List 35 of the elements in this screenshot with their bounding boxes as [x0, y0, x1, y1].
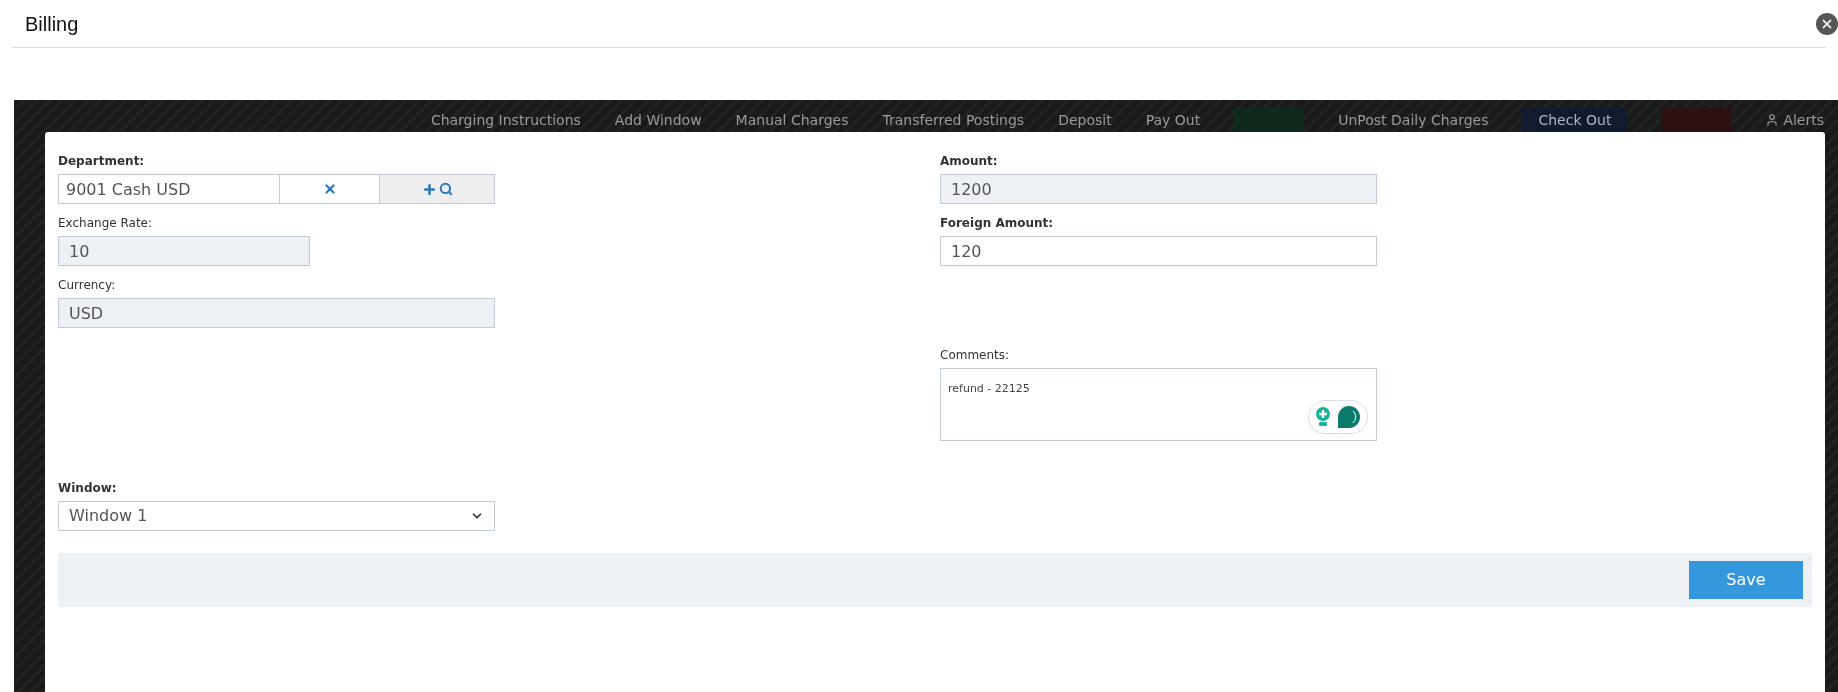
plus-icon: [421, 181, 437, 197]
clear-icon: [322, 182, 337, 196]
nav-link[interactable]: Deposit: [1058, 109, 1112, 131]
field-label: Comments:: [940, 347, 1011, 364]
nav-link[interactable]: Alerts: [1783, 109, 1824, 131]
department-field[interactable]: 9001 Cash USD: [58, 174, 280, 204]
nav-link[interactable]: Pay Out: [1145, 109, 1201, 131]
nav-button[interactable]: Check Out: [1522, 108, 1628, 132]
person-icon: [1765, 113, 1780, 127]
dialog-title: Billing: [24, 11, 79, 37]
field-label: Foreign Amount:: [940, 215, 1055, 232]
text-field[interactable]: 120: [940, 236, 1377, 266]
text-field[interactable]: 10: [58, 236, 310, 266]
search-icon: [438, 182, 453, 196]
nav-link[interactable]: Charging Instructions: [430, 109, 581, 131]
clear-button[interactable]: [280, 174, 380, 204]
add-search-button[interactable]: [380, 174, 495, 204]
field-label: Window:: [58, 480, 118, 497]
text-field[interactable]: 1200: [940, 174, 1377, 204]
nav-link[interactable]: Add Window: [614, 109, 702, 131]
field-label: Amount:: [940, 153, 999, 170]
nav-link[interactable]: Manual Charges: [735, 109, 849, 131]
comments-text: refund - 22125: [948, 382, 1030, 395]
field-label: Department:: [58, 153, 146, 170]
nav-link[interactable]: UnPost Daily Charges: [1338, 109, 1489, 131]
field-label: Currency:: [58, 277, 117, 294]
nav-link[interactable]: Transferred Postings: [882, 109, 1025, 131]
comments-field[interactable]: refund - 22125: [940, 368, 1377, 441]
chat-bubble-icon: [1337, 405, 1361, 429]
close-button[interactable]: [1816, 12, 1838, 35]
field-label: Exchange Rate:: [58, 215, 153, 232]
window-select[interactable]: Window 1: [58, 501, 495, 531]
lightbulb-icon: [1315, 406, 1331, 428]
assistant-widget[interactable]: [1308, 400, 1368, 434]
text-field[interactable]: USD: [58, 298, 495, 328]
